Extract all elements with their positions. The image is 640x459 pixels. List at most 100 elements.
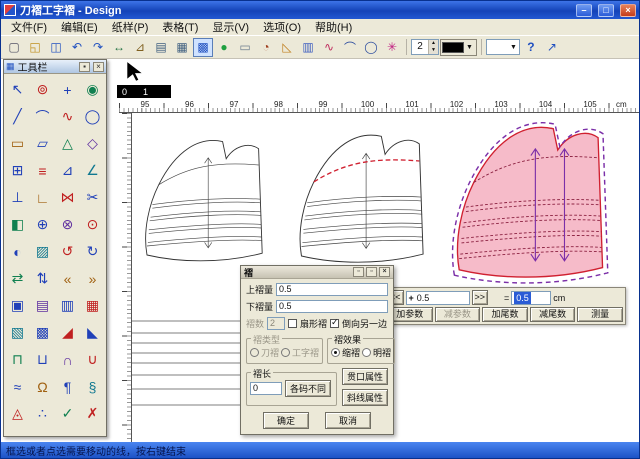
menu-item[interactable]: 表格(T) [155, 18, 205, 36]
ok-button[interactable]: 确定 [263, 412, 309, 429]
palette-tool-icon[interactable]: ≈ [5, 373, 30, 400]
shrink-pleat-radio[interactable] [331, 348, 340, 357]
palette-tool-icon[interactable]: ≡ [30, 157, 55, 184]
palette-tool-icon[interactable]: ▱ [30, 130, 55, 157]
palette-tool-icon[interactable]: ⊿ [55, 157, 80, 184]
palette-tool-icon[interactable]: ▥ [55, 292, 80, 319]
pleat-dialog-titlebar[interactable]: 褶 ▫ ▫ × [241, 266, 393, 279]
context-help-button[interactable]: ↗ [542, 38, 562, 57]
palette-tool-icon[interactable]: ⇄ [5, 265, 30, 292]
pattern-piece-3-selected[interactable] [453, 123, 608, 283]
palette-tool-icon[interactable]: ∿ [55, 103, 80, 130]
palette-tool-icon[interactable]: ◬ [5, 400, 30, 427]
palette-tool-icon[interactable]: ⊔ [30, 346, 55, 373]
compass-icon[interactable]: ◔ [256, 38, 276, 57]
dialog-help-button[interactable]: ▫ [366, 267, 377, 277]
palette-tool-icon[interactable]: ⊗ [55, 211, 80, 238]
palette-tool-icon[interactable]: + [55, 76, 80, 103]
param-action-button[interactable]: 减尾数 [530, 307, 576, 322]
palette-tool-icon[interactable]: ◧ [5, 211, 30, 238]
fan-pleat-checkbox[interactable] [288, 319, 297, 328]
palette-tool-icon[interactable]: ⊞ [5, 157, 30, 184]
visible-pleat-radio[interactable] [362, 348, 371, 357]
opening-property-button[interactable]: 贯口属性 [342, 368, 388, 385]
box-pleat-radio[interactable] [281, 348, 290, 357]
palette-tool-icon[interactable]: ◣ [80, 319, 105, 346]
palette-tool-icon[interactable]: « [55, 265, 80, 292]
palette-tool-icon[interactable]: ⊚ [30, 76, 55, 103]
table-icon[interactable]: ▤ [151, 38, 171, 57]
palette-tool-icon[interactable]: △ [55, 130, 80, 157]
palette-tool-icon[interactable]: ◐ [5, 238, 30, 265]
palette-tool-icon[interactable]: ▭ [5, 130, 30, 157]
palette-tool-icon[interactable]: ◇ [80, 130, 105, 157]
pattern-piece-2[interactable] [300, 135, 423, 262]
dialog-rollup-button[interactable]: ▫ [353, 267, 364, 277]
palette-tool-icon[interactable]: ▧ [5, 319, 30, 346]
param-next-button[interactable]: >> [472, 290, 489, 305]
palette-tool-icon[interactable]: ↖ [5, 76, 30, 103]
palette-tool-icon[interactable]: ▨ [30, 238, 55, 265]
palette-tool-icon[interactable]: ▦ [80, 292, 105, 319]
palette-tool-icon[interactable]: ↻ [80, 238, 105, 265]
knife-pleat-radio[interactable] [250, 348, 259, 357]
menu-item[interactable]: 编辑(E) [54, 18, 105, 36]
lower-pleat-input[interactable]: 0.5 [276, 300, 388, 313]
color-caret-icon[interactable]: ▼ [464, 44, 475, 51]
palette-tool-icon[interactable]: ∪ [80, 346, 105, 373]
open-icon[interactable]: ◱ [25, 38, 45, 57]
param-action-button[interactable]: 测量 [577, 307, 623, 322]
per-size-button[interactable]: 各码不同 [285, 380, 331, 397]
palette-tool-icon[interactable]: ⊙ [80, 211, 105, 238]
menu-item[interactable]: 纸样(P) [105, 18, 156, 36]
sheet-icon[interactable]: ▦ [172, 38, 192, 57]
param-plus-icon[interactable]: + [409, 292, 414, 304]
grid-icon[interactable]: ▩ [193, 38, 213, 57]
menu-item[interactable]: 选项(O) [256, 18, 308, 36]
palette-tool-icon[interactable]: ∟ [30, 184, 55, 211]
title-bar[interactable]: 刀褶工字褶 - Design – □ × [1, 1, 639, 19]
reverse-side-checkbox[interactable] [330, 319, 339, 328]
palette-tool-icon[interactable]: ⋈ [55, 184, 80, 211]
redo-icon[interactable]: ↷ [88, 38, 108, 57]
palette-close-button[interactable]: × [93, 62, 104, 72]
palette-tool-icon[interactable]: ✓ [55, 400, 80, 427]
diagonal-property-button[interactable]: 斜线属性 [342, 389, 388, 406]
palette-tool-icon[interactable]: ∠ [80, 157, 105, 184]
palette-tool-icon[interactable]: ▩ [30, 319, 55, 346]
palette-tool-icon[interactable]: ⊥ [5, 184, 30, 211]
undo-icon[interactable]: ↶ [67, 38, 87, 57]
palette-tool-icon[interactable]: ╱ [5, 103, 30, 130]
angle-measure-icon[interactable]: ⊿ [130, 38, 150, 57]
palette-tool-icon[interactable]: ∩ [55, 346, 80, 373]
curve-icon[interactable]: ∿ [319, 38, 339, 57]
stepper-up-icon[interactable]: ▲ [429, 40, 438, 47]
tool-palette-titlebar[interactable]: ▦ 工具栏 ▪ × [4, 60, 106, 74]
param-value-field[interactable]: + 0.5 [406, 291, 470, 305]
palette-tool-icon[interactable]: ⊓ [5, 346, 30, 373]
palette-tool-icon[interactable]: ▣ [5, 292, 30, 319]
palette-tool-icon[interactable]: ⌒ [30, 103, 55, 130]
palette-tool-icon[interactable]: ↺ [55, 238, 80, 265]
maximize-button[interactable]: □ [598, 4, 614, 17]
pleat-length-input[interactable]: 0 [250, 382, 282, 395]
palette-tool-icon[interactable]: ◉ [80, 76, 105, 103]
palette-pin-button[interactable]: ▪ [79, 62, 90, 72]
param-action-button[interactable]: 加尾数 [482, 307, 528, 322]
palette-tool-icon[interactable]: ⇅ [30, 265, 55, 292]
palette-tool-icon[interactable]: ¶ [55, 373, 80, 400]
param-action-button[interactable]: 减参数 [435, 307, 481, 322]
zoom-dropdown[interactable]: ▼ [486, 39, 520, 55]
upper-pleat-input[interactable]: 0.5 [276, 283, 388, 296]
move-icon[interactable]: ↔ [109, 38, 129, 57]
cylinder-icon[interactable]: ▭ [235, 38, 255, 57]
palette-tool-icon[interactable]: ✗ [80, 400, 105, 427]
menu-item[interactable]: 帮助(H) [308, 18, 359, 36]
new-icon[interactable]: ▢ [4, 38, 24, 57]
set-square-icon[interactable]: ◺ [277, 38, 297, 57]
dialog-close-button[interactable]: × [379, 267, 390, 277]
minimize-button[interactable]: – [576, 4, 592, 17]
help-button[interactable]: ? [521, 38, 541, 57]
color-wheel-icon[interactable]: ✳ [382, 38, 402, 57]
color-picker-button[interactable]: ▼ [440, 39, 477, 56]
